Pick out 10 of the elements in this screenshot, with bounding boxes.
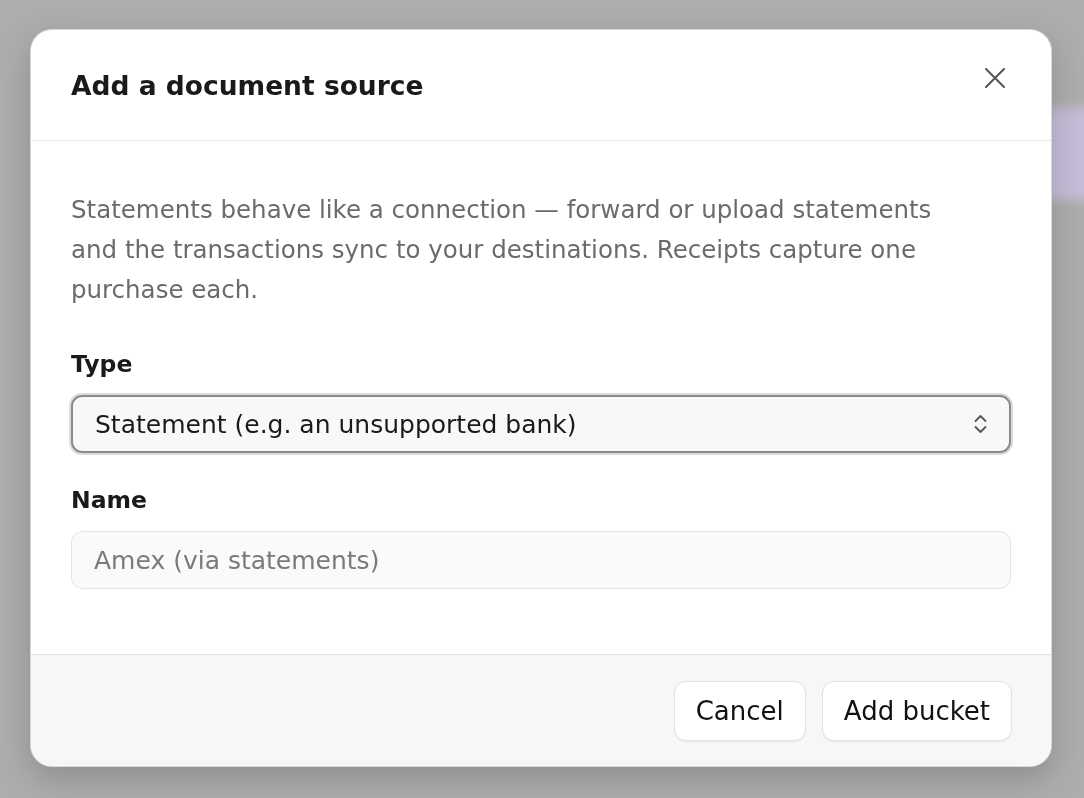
footer-button[interactable]: Cancel	[673, 680, 806, 741]
close-icon	[985, 68, 1005, 88]
field-label: Type	[71, 349, 134, 379]
name-input[interactable]: Amex (via statements)	[71, 531, 1011, 589]
chevron-up-down-icon	[974, 414, 987, 434]
dialog-description: Statements behave like a connection — forward or upload statements and the transactions sync to your destinations. Receipts capture one purchase each.	[71, 194, 933, 306]
field-label: Name	[71, 485, 148, 515]
footer-button[interactable]: Add bucket	[821, 680, 1012, 741]
type-select[interactable]: Statement (e.g. an unsupported bank)	[71, 395, 1011, 453]
dialog-title: Add a document source	[71, 69, 424, 101]
